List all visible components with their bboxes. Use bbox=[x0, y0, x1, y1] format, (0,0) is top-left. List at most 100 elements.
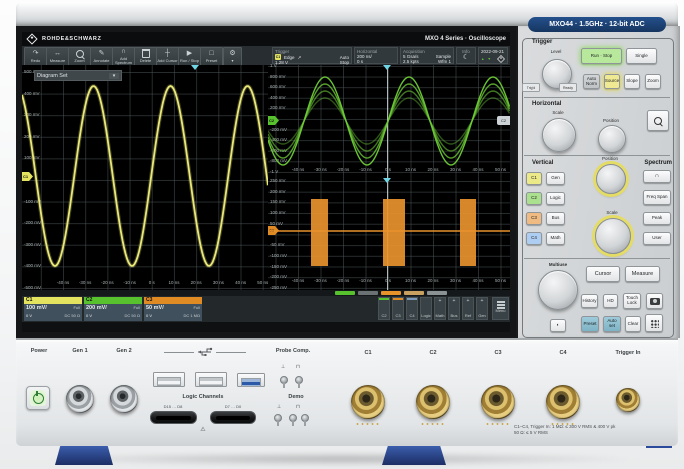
redo-icon: ↷ bbox=[32, 49, 39, 57]
autoset-button[interactable]: Auto set bbox=[603, 316, 621, 332]
signal-button-c2[interactable]: C2 bbox=[378, 297, 390, 320]
user-button[interactable]: User bbox=[643, 232, 671, 245]
run-stop-button[interactable]: ▶ Run / Stop bbox=[178, 47, 201, 66]
peak-button[interactable]: Peak bbox=[643, 212, 671, 225]
hd-button[interactable]: HD bbox=[603, 294, 618, 308]
gen-button[interactable]: Gen bbox=[546, 172, 565, 185]
usb-icon bbox=[198, 347, 213, 356]
clear-button[interactable]: Clear bbox=[625, 316, 641, 332]
cursor-button[interactable]: Cursor bbox=[586, 266, 620, 282]
chevron-down-icon[interactable]: ▾ bbox=[109, 72, 119, 79]
touch-lock-button[interactable]: Touch Lock bbox=[623, 293, 641, 309]
keypad-button[interactable] bbox=[645, 314, 663, 332]
gear-dropdown-arrow: ▾ bbox=[231, 57, 234, 63]
channel-badge-c1[interactable]: C1 100 mV/Full 0 V DC 50 Ω bbox=[24, 297, 82, 321]
channel-button-c3[interactable]: C3 bbox=[526, 212, 542, 225]
freq-span-button[interactable]: Freq Span bbox=[643, 190, 671, 205]
add-cursor-button[interactable]: ┼ Add Cursor bbox=[156, 47, 179, 66]
menu-button[interactable]: Menu bbox=[492, 297, 509, 320]
preset-label: Preset bbox=[205, 57, 218, 63]
datetime-box[interactable]: 2022-09-21 ▲ ▼ bbox=[478, 47, 508, 64]
moon-icon: ☾ bbox=[462, 54, 470, 62]
multiuse-knob[interactable] bbox=[538, 270, 578, 310]
zoom-icon bbox=[75, 49, 84, 58]
vertical-scale-knob[interactable] bbox=[595, 218, 631, 254]
badge-body: 100 mV/Full 0 V DC 50 Ω bbox=[24, 304, 82, 321]
gen1-label: Gen 1 bbox=[72, 348, 88, 354]
demo-pin bbox=[274, 414, 282, 426]
zoom-button[interactable]: Zoom bbox=[68, 47, 91, 66]
delete-button[interactable]: Delete bbox=[134, 47, 157, 66]
diagram-c1[interactable]: C1 500 mV 400 mV 300 mV 200 mV 100 mV -100 mV… bbox=[22, 65, 269, 290]
trigger-type: Edge bbox=[284, 54, 295, 60]
signal-button-c4[interactable]: C4 bbox=[406, 297, 418, 320]
power-button[interactable] bbox=[26, 386, 50, 410]
channel-badge-c3[interactable]: C3 50 mV/Full 0 V DC 1 MΩ bbox=[144, 297, 202, 321]
trigger-status-box[interactable]: Trigger C1 Edge ↗ Auto 1.28 V Stop bbox=[272, 47, 352, 65]
channel-button-c2[interactable]: C2 bbox=[526, 192, 542, 205]
slope-button[interactable]: Slope bbox=[624, 74, 640, 89]
single-button[interactable]: Single bbox=[626, 48, 657, 64]
diagram-set-tab[interactable]: Diagram Set ▾ bbox=[34, 70, 122, 81]
horizontal-scale-knob[interactable] bbox=[542, 118, 576, 152]
math-button[interactable]: Math bbox=[546, 232, 565, 245]
settings-gear-button[interactable]: ⚙ ▾ bbox=[223, 47, 242, 66]
logic-button[interactable]: Logic bbox=[546, 192, 565, 205]
diagram-c3[interactable]: C3 250 mV200 mV150 mV100 mV50 mV-50 mV-1… bbox=[268, 178, 510, 290]
preset-button[interactable]: □ Preset bbox=[200, 47, 223, 66]
bus-button[interactable]: Bus bbox=[546, 212, 565, 225]
measure-button[interactable]: ↔ Measure bbox=[46, 47, 69, 66]
signal-button-label: C2 bbox=[381, 313, 387, 318]
annotate-button[interactable]: ✎ Annotate bbox=[90, 47, 113, 66]
add-spectrum-button[interactable]: ∩ Add Spectrum bbox=[112, 47, 135, 66]
history-button[interactable]: History bbox=[581, 294, 598, 308]
divider bbox=[164, 352, 194, 353]
input-label-c1: C1 bbox=[364, 350, 372, 356]
badge-scale: 200 mV/ bbox=[86, 305, 107, 311]
status-down-icon: ▼ bbox=[487, 57, 491, 62]
source-button[interactable]: Source bbox=[604, 74, 620, 89]
horizontal-status-box[interactable]: Horizontal 200 ns/ 0 s bbox=[354, 47, 398, 64]
info-box[interactable]: Info ☾ bbox=[456, 47, 476, 64]
intensity-button[interactable]: ◐ bbox=[550, 319, 566, 332]
diagram-c2[interactable]: C2 C2 1 V 800 mV 600 mV 400 mV 200 mV -200 mV… bbox=[268, 63, 510, 179]
multiuse-label: Multiuse bbox=[548, 262, 568, 267]
c2-waveform bbox=[268, 76, 510, 166]
square-wave-icon: ⊓ bbox=[296, 364, 300, 370]
vertical-position-knob[interactable] bbox=[596, 164, 626, 194]
probe-comp-signal-pin bbox=[295, 376, 303, 388]
redo-button[interactable]: ↷ Redo bbox=[24, 47, 47, 66]
signal-bar: C1 100 mV/Full 0 V DC 50 Ω C2 200 mV/Full 0 VD… bbox=[22, 296, 510, 322]
signal-button-ref[interactable]: + Ref bbox=[462, 297, 474, 320]
horizontal-scale-label: Scale bbox=[552, 110, 564, 115]
model-badge: MXO44 · 1.5GHz · 12-bit ADC bbox=[528, 17, 666, 32]
horizontal-zoom-button[interactable] bbox=[647, 110, 669, 131]
signal-button-bus[interactable]: + Bus bbox=[448, 297, 460, 320]
signal-button-gen[interactable]: + Gen bbox=[476, 297, 488, 320]
signal-button-c3[interactable]: C3 bbox=[392, 297, 404, 320]
preset-icon: □ bbox=[209, 49, 214, 57]
channel-badge-c2[interactable]: C2 200 mV/Full 0 V DC 50 Ω bbox=[84, 297, 142, 321]
badge-offset: 0 V bbox=[26, 313, 33, 319]
gen1-bnc-connector bbox=[66, 385, 94, 413]
zoom-button[interactable]: Zoom bbox=[645, 74, 661, 89]
overview-segment bbox=[404, 291, 424, 295]
signal-button-logic[interactable]: Logic bbox=[420, 297, 432, 320]
horizontal-position-knob[interactable] bbox=[598, 125, 626, 153]
badge-bandwidth: Full bbox=[133, 305, 140, 310]
preset-button[interactable]: Preset bbox=[581, 316, 599, 332]
screenshot-button[interactable] bbox=[646, 293, 663, 309]
signal-button-math[interactable]: + Math bbox=[434, 297, 446, 320]
acquisition-status-box[interactable]: Acquisition 5 Gsa/s Sample 2.5 kpts Wfm … bbox=[400, 47, 454, 64]
touchscreen[interactable]: ROHDE&SCHWARZ MXO 4 Series · Oscilloscop… bbox=[22, 32, 510, 332]
run-stop-button[interactable]: Run · Stop bbox=[581, 48, 622, 64]
channel-button-c1[interactable]: C1 bbox=[526, 172, 542, 185]
channel-button-c4[interactable]: C4 bbox=[526, 232, 542, 245]
spectrum-button[interactable]: ∩ bbox=[643, 170, 671, 183]
badge-body: 200 mV/Full 0 V DC 50 Ω bbox=[84, 304, 142, 321]
c1-bnc-connector bbox=[351, 385, 385, 419]
add-spectrum-label: Add Spectrum bbox=[114, 55, 133, 65]
logic-channels-label: Logic Channels bbox=[182, 394, 224, 400]
measure-button[interactable]: Measure bbox=[625, 266, 660, 282]
auto-norm-button[interactable]: Auto Norm bbox=[583, 74, 600, 89]
